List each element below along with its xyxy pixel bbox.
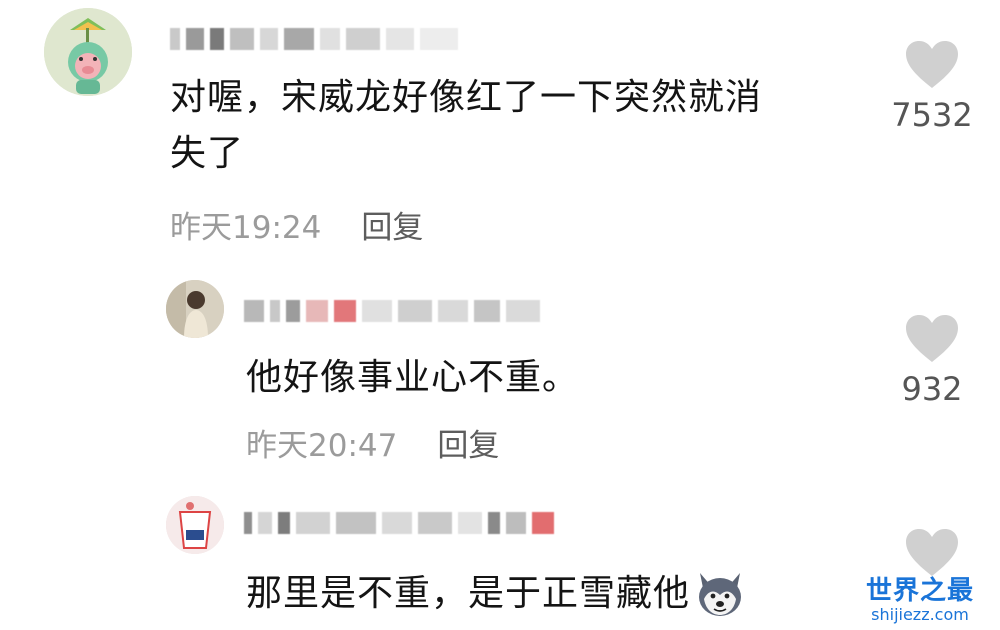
watermark: 世界之最 shijiezz.com [850,570,990,624]
cartoon-cup-avatar-icon [166,496,224,554]
blurred-username[interactable] [244,300,540,322]
comment-text: 对喔，宋威龙好像红了一下突然就消 失了 [170,77,763,174]
person-photo-avatar-icon [166,280,224,338]
avatar[interactable] [166,280,224,338]
like-count: 932 [901,370,963,408]
watermark-title: 世界之最 [865,576,974,606]
comment-text: 那里是不重，是于正雪藏他 [246,566,746,622]
blurred-username[interactable] [244,512,554,534]
timestamp: 昨天20:47 [246,427,398,464]
reply-button[interactable]: 回复 [437,420,499,465]
watermark-url: shijiezz.com [871,605,969,624]
heart-icon [906,315,958,362]
avatar[interactable] [166,496,224,554]
timestamp: 昨天19:24 [170,209,322,246]
like-button[interactable]: 932 [882,314,982,408]
comment-meta: 昨天20:47 回复 [246,420,499,465]
heart-icon [906,41,958,88]
comment-text: 他好像事业心不重。 [246,357,580,398]
husky-dog-emoji-icon [699,573,742,616]
comment-meta: 昨天19:24 回复 [170,202,423,247]
reply-button[interactable]: 回复 [361,202,423,247]
like-button[interactable]: 7532 [882,40,982,134]
blurred-username[interactable] [170,28,458,50]
avatar[interactable] [44,8,132,96]
like-count: 7532 [891,96,973,134]
pig-toy-avatar-icon [44,8,132,96]
